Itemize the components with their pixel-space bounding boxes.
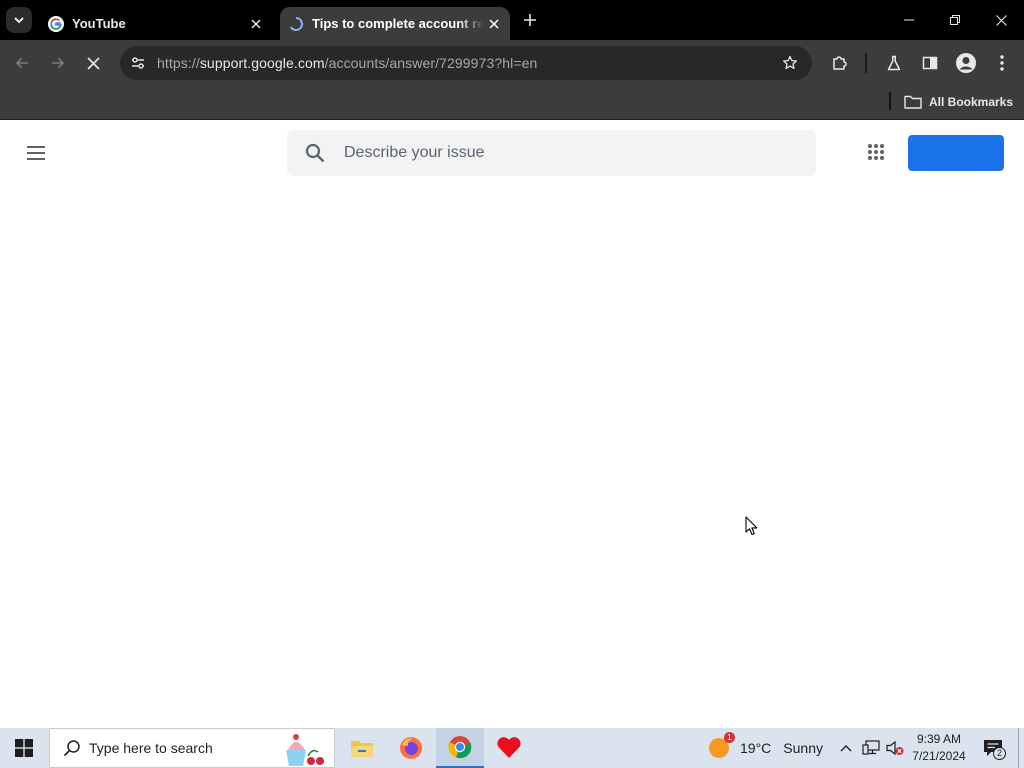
chevron-down-icon (14, 17, 24, 24)
all-bookmarks-label: All Bookmarks (929, 95, 1014, 109)
close-icon (251, 18, 261, 29)
clock-date: 7/21/2024 (912, 749, 966, 763)
bookmarks-separator (889, 92, 891, 110)
folder-icon (904, 95, 922, 109)
puzzle-icon (833, 56, 847, 70)
search-icon (303, 141, 327, 165)
search-icon (62, 738, 82, 758)
notifications-button[interactable]: 2 (980, 736, 1006, 760)
taskbar-search-box[interactable]: Type here to search (49, 728, 335, 768)
show-hidden-icons-button[interactable] (836, 738, 856, 758)
loading-spinner-icon (289, 16, 303, 31)
clock-time: 9:39 AM (916, 732, 962, 746)
hamburger-menu-icon (27, 146, 45, 160)
minimize-icon (904, 19, 914, 21)
google-apps-button[interactable] (862, 138, 890, 166)
windows-taskbar: Type here to search 1 19°C Sunny 9:39 AM… (0, 728, 1024, 768)
windows-logo-icon (15, 739, 33, 757)
page-content (0, 121, 1024, 728)
url-text: https://support.google.com/accounts/answ… (157, 55, 537, 71)
back-button[interactable] (8, 49, 36, 77)
tab-title: Tips to complete account recovery steps (312, 16, 484, 31)
profile-button[interactable] (952, 49, 980, 77)
address-bar[interactable]: https://support.google.com/accounts/answ… (120, 46, 812, 80)
system-clock[interactable]: 9:39 AM 7/21/2024 (908, 731, 970, 765)
site-info-button[interactable] (126, 51, 150, 75)
network-icon (862, 740, 880, 755)
help-search-box[interactable] (287, 130, 816, 176)
mouse-cursor-icon (745, 516, 758, 536)
heart-icon (497, 737, 521, 758)
volume-button[interactable] (885, 738, 905, 758)
url-path: /accounts/answer/7299973?hl=en (324, 55, 538, 71)
search-highlight-illustration-icon (286, 734, 324, 766)
taskbar-file-explorer[interactable] (338, 728, 386, 768)
taskbar-firefox[interactable] (387, 728, 435, 768)
google-g-icon (48, 15, 64, 32)
start-button[interactable] (0, 728, 48, 768)
plus-icon (524, 14, 536, 26)
tab-account-recovery[interactable]: Tips to complete account recovery steps (280, 7, 510, 40)
close-window-button[interactable] (978, 0, 1024, 40)
firefox-icon (400, 737, 422, 759)
arrow-left-icon (15, 57, 28, 69)
apps-grid-icon (868, 144, 884, 160)
more-vert-icon (1000, 55, 1004, 71)
browser-toolbar: https://support.google.com/accounts/answ… (0, 40, 1024, 86)
tab-title: YouTube (72, 16, 126, 31)
restore-button[interactable] (932, 0, 978, 40)
taskbar-heart-app[interactable] (485, 728, 533, 768)
weather-badge: 1 (724, 732, 735, 743)
forward-button[interactable] (44, 49, 72, 77)
tab-youtube[interactable]: YouTube (40, 7, 272, 40)
chrome-icon (448, 736, 472, 759)
folder-icon (351, 741, 373, 757)
sign-in-button[interactable] (908, 135, 1004, 171)
avatar-icon (956, 53, 976, 73)
tab-search-button[interactable] (6, 7, 32, 33)
all-bookmarks-button[interactable]: All Bookmarks (904, 90, 1013, 114)
close-icon (995, 14, 1007, 26)
volume-muted-icon (886, 740, 904, 756)
chevron-up-icon (840, 745, 852, 752)
stop-loading-button[interactable] (79, 49, 107, 77)
side-panel-button[interactable] (916, 49, 944, 77)
close-icon (86, 56, 100, 70)
tab-close-button[interactable] (246, 14, 266, 34)
network-button[interactable] (861, 738, 881, 758)
show-desktop-button[interactable] (1018, 728, 1024, 768)
taskbar-chrome[interactable] (436, 728, 484, 768)
search-input[interactable] (344, 144, 784, 162)
flask-icon (887, 55, 901, 71)
chrome-menu-button[interactable] (988, 49, 1016, 77)
side-panel-icon (922, 56, 938, 70)
toolbar-separator (865, 53, 867, 73)
extensions-button[interactable] (826, 49, 854, 77)
weather-temperature: 19°C (740, 740, 772, 756)
url-scheme: https:// (157, 55, 200, 71)
bookmark-star-button[interactable] (778, 51, 802, 75)
notification-count-badge: 2 (993, 747, 1006, 760)
sun-icon: 1 (708, 732, 735, 759)
restore-icon (950, 15, 960, 25)
main-menu-button[interactable] (20, 137, 52, 169)
tune-icon (132, 57, 144, 69)
taskbar-search-placeholder: Type here to search (89, 740, 213, 756)
tab-close-button[interactable] (484, 14, 504, 34)
arrow-right-icon (52, 57, 65, 69)
weather-condition: Sunny (783, 740, 823, 756)
close-icon (489, 18, 499, 29)
bookmarks-bar: All Bookmarks (0, 86, 1024, 120)
star-icon (783, 55, 797, 70)
new-tab-button[interactable] (518, 8, 542, 32)
browser-tab-strip: YouTube Tips to complete account recover… (0, 0, 1024, 40)
minimize-button[interactable] (886, 0, 932, 40)
weather-widget[interactable]: 1 19°C Sunny (708, 728, 823, 768)
url-host: support.google.com (199, 55, 325, 71)
labs-button[interactable] (880, 49, 908, 77)
